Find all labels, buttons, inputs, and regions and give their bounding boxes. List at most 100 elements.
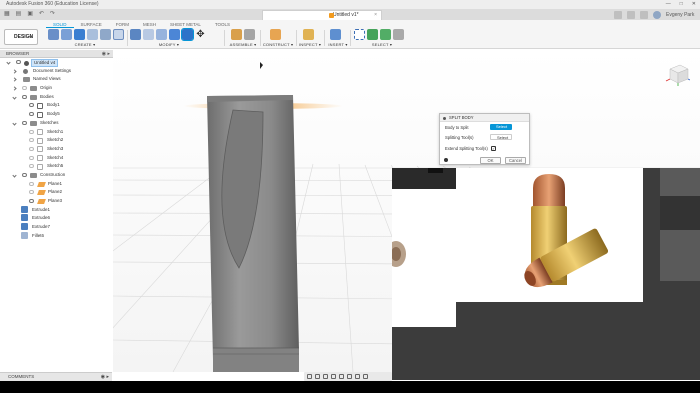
panel-toggle-icon[interactable]: ◉ ▸ bbox=[102, 50, 110, 58]
pattern-icon[interactable] bbox=[113, 28, 124, 40]
press-pull-icon[interactable] bbox=[130, 28, 141, 40]
comments-toggle-icon[interactable]: ◉ ▸ bbox=[101, 373, 109, 381]
visibility-icon[interactable] bbox=[22, 120, 27, 125]
split-body-icon[interactable] bbox=[181, 27, 194, 41]
modify-menu[interactable]: MODIFY ▾ bbox=[130, 42, 208, 47]
visibility-icon[interactable] bbox=[29, 112, 34, 117]
tree-item-sketch4[interactable]: Sketch4 bbox=[0, 154, 113, 163]
avatar[interactable] bbox=[653, 10, 661, 19]
tree-item-construction[interactable]: Construction bbox=[0, 171, 113, 180]
tree-item-fillet6[interactable]: Fillet6 bbox=[0, 231, 113, 241]
select-edge-icon[interactable] bbox=[393, 28, 404, 40]
select-menu[interactable]: SELECT ▾ bbox=[352, 42, 412, 47]
visibility-icon[interactable] bbox=[29, 190, 34, 195]
shell-icon[interactable] bbox=[169, 28, 180, 40]
cancel-button[interactable]: Cancel bbox=[505, 157, 526, 164]
file-menu-icon[interactable]: ▤ bbox=[16, 10, 22, 19]
maximize-button[interactable]: □ bbox=[680, 0, 683, 9]
tree-item-origin[interactable]: Origin bbox=[0, 84, 113, 93]
create-menu[interactable]: CREATE ▾ bbox=[44, 42, 126, 47]
body-to-split-select-button[interactable]: Select bbox=[490, 124, 512, 130]
select-face-icon[interactable] bbox=[380, 28, 391, 40]
redo-icon[interactable]: ↷ bbox=[50, 10, 55, 19]
visibility-icon[interactable] bbox=[29, 129, 34, 134]
visibility-icon[interactable] bbox=[22, 94, 27, 99]
move-icon[interactable]: ✥ bbox=[195, 29, 206, 40]
tab-mesh[interactable]: MESH bbox=[136, 20, 163, 28]
ok-button[interactable]: OK bbox=[480, 157, 501, 164]
tree-item-body5[interactable]: Body5 bbox=[0, 110, 113, 119]
browser-panel-header[interactable]: BROWSER ◉ ▸ bbox=[0, 50, 113, 58]
tree-item-sketch3[interactable]: Sketch3 bbox=[0, 145, 113, 154]
zoom-icon[interactable] bbox=[331, 374, 336, 379]
offset-plane-icon[interactable] bbox=[270, 28, 281, 40]
joint-icon[interactable] bbox=[231, 28, 242, 40]
visibility-icon[interactable] bbox=[29, 181, 34, 186]
tree-item-plane2[interactable]: Plane2 bbox=[0, 188, 113, 197]
select-icon[interactable] bbox=[354, 28, 365, 40]
tree-item-plane3[interactable]: Plane3 bbox=[0, 197, 113, 206]
dialog-title[interactable]: SPLIT BODY bbox=[440, 114, 529, 122]
visibility-icon[interactable] bbox=[22, 86, 27, 91]
tree-root[interactable]: Untitled v4 bbox=[0, 58, 113, 67]
undo-icon[interactable]: ↶ bbox=[39, 10, 44, 19]
display-settings-icon[interactable] bbox=[347, 374, 352, 379]
visibility-icon[interactable] bbox=[16, 60, 21, 64]
assemble-menu[interactable]: ASSEMBLE ▾ bbox=[228, 42, 258, 47]
tree-item-sketches[interactable]: Sketches bbox=[0, 119, 113, 128]
fit-icon[interactable] bbox=[339, 374, 344, 379]
pan-icon[interactable] bbox=[323, 374, 328, 379]
grid-settings-icon[interactable] bbox=[355, 374, 360, 379]
tab-form[interactable]: FORM bbox=[109, 20, 136, 28]
tab-tools[interactable]: TOOLS bbox=[208, 20, 237, 28]
tree-item-extrude1[interactable]: Extrude1 bbox=[0, 205, 113, 215]
close-button[interactable]: ✕ bbox=[692, 0, 696, 9]
visibility-icon[interactable] bbox=[29, 138, 34, 143]
visibility-icon[interactable] bbox=[22, 172, 27, 177]
job-status-icon[interactable] bbox=[640, 10, 648, 19]
view-cube[interactable] bbox=[664, 61, 690, 87]
minimize-button[interactable]: — bbox=[666, 0, 671, 9]
save-icon[interactable]: ▣ bbox=[27, 10, 33, 19]
inspect-menu[interactable]: INSPECT ▾ bbox=[298, 42, 322, 47]
comments-panel[interactable]: COMMENTS ◉ ▸ bbox=[0, 372, 112, 381]
visibility-icon[interactable] bbox=[29, 146, 34, 151]
as-built-joint-icon[interactable] bbox=[244, 28, 255, 40]
visibility-icon[interactable] bbox=[29, 164, 34, 169]
tree-item-document-settings[interactable]: Document Settings bbox=[0, 67, 113, 76]
extensions-icon[interactable] bbox=[627, 10, 635, 19]
tab-solid[interactable]: SOLID bbox=[46, 20, 74, 28]
hole-icon[interactable] bbox=[100, 28, 111, 40]
create-sketch-icon[interactable] bbox=[61, 28, 72, 40]
visibility-icon[interactable] bbox=[29, 103, 34, 108]
measure-icon[interactable] bbox=[303, 28, 314, 40]
extend-splitting-tools-checkbox[interactable]: ✓ bbox=[491, 146, 496, 151]
insert-image-icon[interactable] bbox=[330, 28, 341, 40]
tree-item-sketch2[interactable]: Sketch2 bbox=[0, 136, 113, 145]
tab-sheet-metal[interactable]: SHEET METAL bbox=[163, 20, 208, 28]
insert-menu[interactable]: INSERT ▾ bbox=[326, 42, 350, 47]
chamfer-icon[interactable] bbox=[156, 28, 167, 40]
viewports-icon[interactable] bbox=[363, 374, 368, 379]
tab-surface[interactable]: SURFACE bbox=[74, 20, 109, 28]
splitting-tools-select-button[interactable]: Select bbox=[490, 134, 512, 140]
document-tab[interactable]: Untitled v1* × bbox=[262, 10, 382, 20]
tree-item-sketch1[interactable]: Sketch1 bbox=[0, 128, 113, 137]
workspace-switcher[interactable]: DESIGN bbox=[4, 29, 38, 45]
look-at-icon[interactable] bbox=[315, 374, 320, 379]
visibility-icon[interactable] bbox=[29, 155, 34, 160]
tree-item-sketch5[interactable]: Sketch5 bbox=[0, 162, 113, 171]
select-body-icon[interactable] bbox=[367, 28, 378, 40]
close-tab-icon[interactable]: × bbox=[374, 11, 377, 20]
user-name[interactable]: Evgeny Park bbox=[666, 12, 694, 18]
revolve-icon[interactable] bbox=[87, 28, 98, 40]
new-component-icon[interactable] bbox=[48, 28, 59, 40]
construct-menu[interactable]: CONSTRUCT ▾ bbox=[262, 42, 294, 47]
orbit-icon[interactable] bbox=[307, 374, 312, 379]
tree-item-body1[interactable]: Body1 bbox=[0, 101, 113, 110]
fillet-icon[interactable] bbox=[143, 28, 154, 40]
tree-item-bodies[interactable]: Bodies bbox=[0, 93, 113, 102]
visibility-icon[interactable] bbox=[29, 199, 34, 203]
new-tab-icon[interactable] bbox=[614, 10, 622, 19]
tree-item-named-views[interactable]: Named Views bbox=[0, 75, 113, 84]
